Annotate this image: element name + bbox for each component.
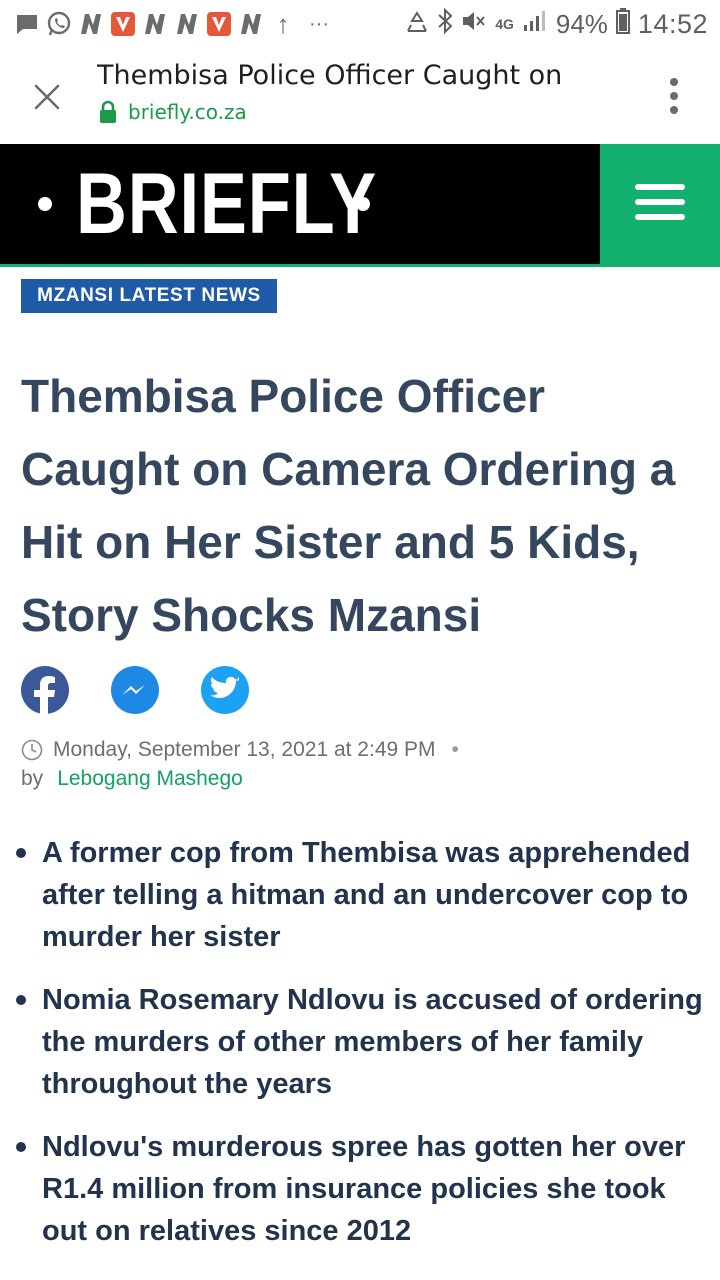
key-points-list: A former cop from Thembisa was apprehend…: [10, 832, 715, 1273]
key-point: Nomia Rosemary Ndlovu is accused of orde…: [10, 979, 715, 1105]
whatsapp-icon: [46, 11, 72, 37]
key-point: A former cop from Thembisa was apprehend…: [10, 832, 715, 958]
more-icon: ···: [309, 12, 329, 35]
nav-accent-line: [0, 264, 720, 267]
site-logo[interactable]: BRIEFLY: [38, 156, 377, 252]
page-title: Thembisa Police Officer Caught on: [97, 60, 563, 91]
publish-date: Monday, September 13, 2021 at 2:49 PM: [53, 738, 436, 761]
url-text: briefly.co.za: [128, 100, 247, 124]
n-app-icon: [174, 11, 200, 37]
key-point-text: A former cop from Thembisa was apprehend…: [42, 837, 691, 953]
bluetooth-icon: [437, 7, 453, 41]
date-row: Monday, September 13, 2021 at 2:49 PM •: [21, 736, 711, 764]
browser-toolbar: Thembisa Police Officer Caught on briefl…: [0, 48, 720, 144]
key-point: Ndlovu's murderous spree has gotten her …: [10, 1126, 715, 1252]
by-label: by: [21, 767, 44, 790]
clock-time: 14:52: [637, 8, 708, 39]
network-4g-icon: 4G: [495, 16, 514, 32]
author-row: by Lebogang Mashego: [21, 764, 711, 794]
key-point-text: Ndlovu's murderous spree has gotten her …: [42, 1131, 686, 1247]
category-tag[interactable]: MZANSI LATEST NEWS: [21, 279, 277, 313]
meta-separator: •: [451, 738, 459, 761]
close-icon[interactable]: [30, 80, 64, 114]
lock-icon: [98, 100, 118, 124]
n-app-icon: [142, 11, 168, 37]
status-bar: ↑ ··· 4G 94% 14:52: [0, 0, 720, 48]
bullet-dot: [16, 995, 26, 1005]
recycle-icon: [405, 9, 429, 40]
hamburger-menu-button[interactable]: [600, 144, 720, 264]
battery-icon: [615, 7, 630, 41]
upload-icon: ↑: [276, 8, 290, 39]
twitter-icon[interactable]: [201, 666, 249, 714]
logo-dot-left: [38, 197, 52, 211]
mute-icon: [461, 9, 487, 40]
battery-percent: 94%: [555, 8, 608, 39]
kebab-menu-icon[interactable]: [668, 76, 680, 116]
bullet-dot: [16, 1142, 26, 1152]
notification-icons: ↑ ···: [0, 8, 336, 39]
site-header: BRIEFLY: [0, 144, 720, 264]
facebook-icon[interactable]: [21, 666, 69, 714]
share-buttons: [21, 666, 249, 714]
messenger-icon[interactable]: [111, 666, 159, 714]
n-app-icon: [78, 11, 104, 37]
url-row[interactable]: briefly.co.za: [98, 100, 247, 124]
bullet-dot: [16, 848, 26, 858]
logo-text: BRIEFLY: [76, 156, 377, 252]
clock-icon: [21, 739, 43, 761]
v-app-icon: [206, 11, 232, 37]
system-icons: 4G 94% 14:52: [405, 0, 708, 48]
message-icon: [14, 11, 40, 37]
article-headline: Thembisa Police Officer Caught on Camera…: [21, 370, 676, 641]
v-app-icon: [110, 11, 136, 37]
key-point-text: Nomia Rosemary Ndlovu is accused of orde…: [42, 984, 703, 1100]
article-meta: Monday, September 13, 2021 at 2:49 PM • …: [21, 736, 711, 794]
author-link[interactable]: Lebogang Mashego: [57, 767, 243, 791]
n-app-icon: [238, 11, 264, 37]
signal-icon: [522, 9, 548, 40]
hamburger-icon: [635, 183, 685, 226]
